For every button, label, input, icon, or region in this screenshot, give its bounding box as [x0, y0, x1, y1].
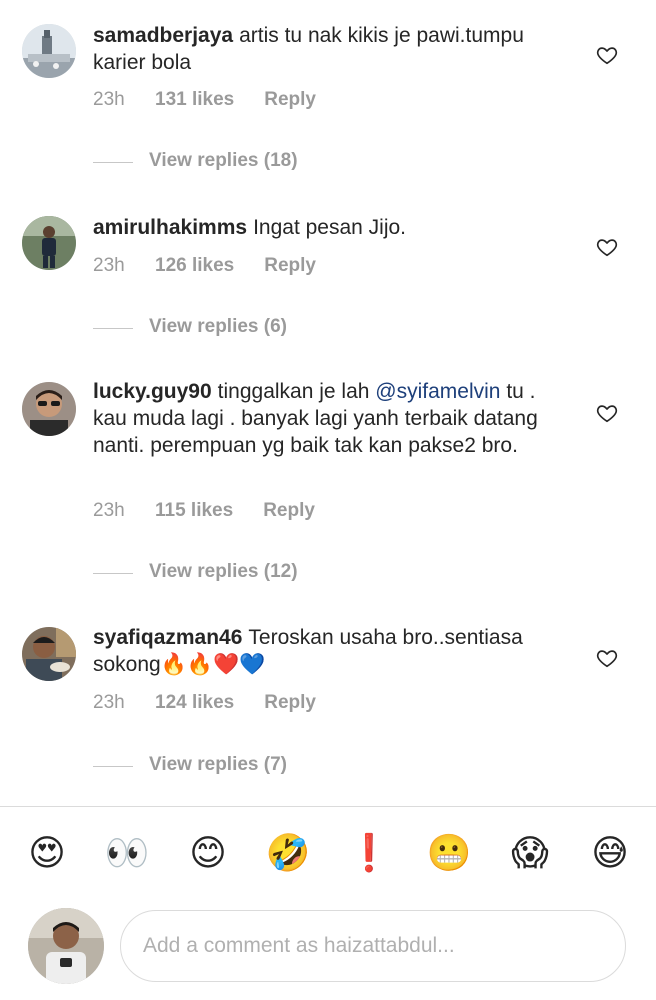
mention-link[interactable]: @syifamelvin [375, 380, 500, 403]
comment-username[interactable]: syafiqazman46 [93, 626, 242, 649]
comment-text: amirulhakimms Ingat pesan Jijo. [93, 214, 573, 241]
smiling-face-emoji-button[interactable]: 😊 [185, 830, 231, 876]
profile-photo-icon [22, 24, 76, 78]
profile-photo-icon [22, 627, 76, 681]
reply-button[interactable]: Reply [264, 255, 316, 277]
comment-text: lucky.guy90 tinggalkan je lah @syifamelvi… [93, 378, 573, 459]
reply-button[interactable]: Reply [264, 692, 316, 714]
comment-meta: 23h 126 likes Reply [93, 255, 316, 277]
view-replies-label: View replies (6) [149, 316, 287, 337]
comment-likes[interactable]: 115 likes [155, 500, 233, 522]
profile-photo-icon [22, 216, 76, 270]
comment-text: syafiqazman46 Teroskan usaha bro..sentias… [93, 624, 573, 678]
sweat-smile-emoji-button[interactable]: 😅 [587, 830, 633, 876]
replies-divider-line [93, 573, 133, 574]
heart-outline-icon[interactable] [596, 647, 618, 669]
view-replies-label: View replies (18) [149, 150, 298, 171]
reply-button[interactable]: Reply [264, 89, 316, 111]
replies-divider-line [93, 162, 133, 163]
comment-likes[interactable]: 126 likes [155, 255, 234, 277]
avatar[interactable] [22, 382, 76, 436]
comment-meta: 23h 124 likes Reply [93, 692, 316, 714]
heart-eyes-emoji-button[interactable]: 😍 [24, 830, 70, 876]
comment-meta: 23h 131 likes Reply [93, 89, 316, 111]
comment-likes[interactable]: 131 likes [155, 89, 234, 111]
current-user-avatar [28, 908, 104, 984]
heart-outline-icon[interactable] [596, 402, 618, 424]
comment-body-start: tinggalkan je lah [217, 380, 376, 403]
profile-photo-icon [28, 908, 104, 984]
comment-likes[interactable]: 124 likes [155, 692, 234, 714]
view-replies-label: View replies (12) [149, 561, 298, 582]
heart-outline-icon[interactable] [596, 236, 618, 258]
emoji-quick-bar: 😍 👀 😊 🤣 ❗ 😬 😱 😅 [0, 830, 656, 878]
comment-time: 23h [93, 89, 125, 110]
scream-emoji-button[interactable]: 😱 [507, 830, 553, 876]
replies-divider-line [93, 328, 133, 329]
comment-time: 23h [93, 692, 125, 713]
comment-time: 23h [93, 500, 125, 521]
replies-divider-line [93, 766, 133, 767]
rofl-emoji-button[interactable]: 🤣 [265, 830, 311, 876]
heart-outline-icon[interactable] [596, 44, 618, 66]
view-replies-label: View replies (7) [149, 754, 287, 775]
exclamation-emoji-button[interactable]: ❗ [346, 830, 392, 876]
composer-divider [0, 806, 656, 807]
add-comment-input[interactable] [120, 910, 626, 982]
avatar[interactable] [22, 24, 76, 78]
comment-username[interactable]: samadberjaya [93, 24, 233, 47]
comment-text: samadberjaya artis tu nak kikis je pawi.t… [93, 22, 573, 76]
avatar[interactable] [22, 627, 76, 681]
comment-meta: 23h 115 likes Reply [93, 500, 315, 522]
comment-username[interactable]: lucky.guy90 [93, 380, 212, 403]
profile-photo-icon [22, 382, 76, 436]
grimace-emoji-button[interactable]: 😬 [426, 830, 472, 876]
reply-button[interactable]: Reply [263, 500, 315, 522]
comment-username[interactable]: amirulhakimms [93, 216, 247, 239]
eyes-emoji-button[interactable]: 👀 [104, 830, 150, 876]
avatar[interactable] [22, 216, 76, 270]
comment-time: 23h [93, 255, 125, 276]
comment-body: Ingat pesan Jijo. [253, 216, 407, 239]
